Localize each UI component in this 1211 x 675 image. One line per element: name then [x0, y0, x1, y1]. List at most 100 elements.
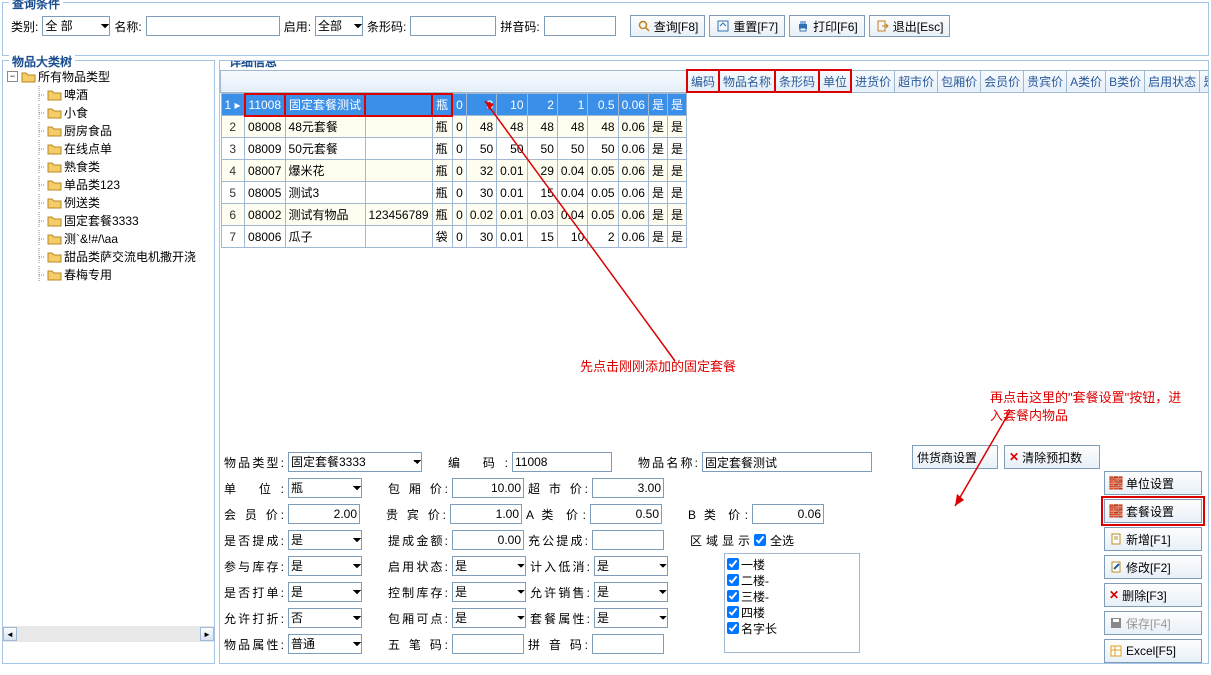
- bill-select[interactable]: 是: [288, 582, 362, 602]
- column-header[interactable]: 贵宾价: [1024, 70, 1067, 92]
- zone-all-check[interactable]: [754, 534, 766, 546]
- name-input[interactable]: [146, 16, 280, 36]
- tree-item[interactable]: 甜品类萨交流电机撒开浇: [7, 247, 210, 265]
- zone-item[interactable]: 一楼: [727, 556, 857, 572]
- column-header[interactable]: 启用状态: [1145, 70, 1200, 92]
- barcode-input[interactable]: [410, 16, 496, 36]
- zone-list[interactable]: 一楼二楼-三楼-四楼名字长: [724, 553, 860, 653]
- box-price-input[interactable]: [452, 478, 524, 498]
- clear-discount-button[interactable]: ✕清除预扣数: [1004, 445, 1100, 469]
- tree-item[interactable]: 单品类123: [7, 175, 210, 193]
- pinyin-input[interactable]: [544, 16, 616, 36]
- zone-item[interactable]: 三楼-: [727, 588, 857, 604]
- tree-item[interactable]: 啤酒: [7, 85, 210, 103]
- column-header[interactable]: B类价: [1106, 70, 1145, 92]
- tree-item[interactable]: 小食: [7, 103, 210, 121]
- tree-item[interactable]: 熟食类: [7, 157, 210, 175]
- tree[interactable]: − 所有物品类型 啤酒小食厨房食品在线点单熟食类单品类123例送类固定套餐333…: [3, 61, 214, 626]
- tree-item[interactable]: 测`&!#/\aa: [7, 229, 210, 247]
- full-commission-input[interactable]: [592, 530, 664, 550]
- print-button[interactable]: 打印[F6]: [789, 15, 865, 37]
- commission-amt-input[interactable]: [452, 530, 524, 550]
- edit-button[interactable]: 修改[F2]: [1104, 555, 1202, 579]
- enable-select[interactable]: 全部: [315, 16, 363, 36]
- column-header[interactable]: 会员价: [981, 70, 1024, 92]
- table-row[interactable]: 1 ▸11008固定套餐测试瓶0310210.50.06是是: [221, 94, 687, 116]
- column-header[interactable]: 超市价: [895, 70, 938, 92]
- column-header[interactable]: 编码: [687, 70, 719, 92]
- tree-item[interactable]: 在线点单: [7, 139, 210, 157]
- reset-button[interactable]: 重置[F7]: [709, 15, 785, 37]
- table-row[interactable]: 20800848元套餐瓶048484848480.06是是: [221, 116, 687, 138]
- scroll-right-icon[interactable]: ►: [200, 627, 214, 641]
- column-header[interactable]: 物品名称: [719, 70, 775, 92]
- folder-icon: [46, 141, 62, 155]
- enable-status-select[interactable]: 是: [452, 556, 526, 576]
- tree-hscroll[interactable]: ◄ ►: [3, 626, 214, 642]
- zone-checkbox[interactable]: [727, 574, 739, 586]
- tree-item[interactable]: 固定套餐3333: [7, 211, 210, 229]
- query-button[interactable]: 查询[F8]: [630, 15, 706, 37]
- column-header[interactable]: 是否提成: [1200, 70, 1208, 92]
- commission-amt-label: 提成金额:: [388, 532, 448, 549]
- b-price-input[interactable]: [752, 504, 824, 524]
- tree-item[interactable]: 春梅专用: [7, 265, 210, 283]
- tree-item[interactable]: 厨房食品: [7, 121, 210, 139]
- pinyin-label: 拼音码:: [500, 18, 539, 35]
- box-point-select[interactable]: 是: [452, 608, 526, 628]
- enable-label: 启用:: [284, 18, 311, 35]
- column-header[interactable]: 条形码: [775, 70, 819, 92]
- unit-select[interactable]: 瓶: [288, 478, 362, 498]
- unit-set-button[interactable]: 🧱单位设置: [1104, 471, 1202, 495]
- supplier-button[interactable]: 供货商设置: [912, 445, 998, 469]
- data-grid[interactable]: 编码物品名称条形码单位进货价超市价包厢价会员价贵宾价A类价B类价启用状态是否提成…: [220, 69, 1208, 248]
- pinyin-form-input[interactable]: [592, 634, 664, 654]
- column-header[interactable]: A类价: [1067, 70, 1106, 92]
- column-header[interactable]: 单位: [819, 70, 851, 92]
- scroll-left-icon[interactable]: ◄: [3, 627, 17, 641]
- market-price-input[interactable]: [592, 478, 664, 498]
- zone-checkbox[interactable]: [727, 622, 739, 634]
- type-select[interactable]: 全 部: [42, 16, 110, 36]
- ctrl-stock-select[interactable]: 是: [452, 582, 526, 602]
- zone-item[interactable]: 四楼: [727, 604, 857, 620]
- new-button[interactable]: 新增[F1]: [1104, 527, 1202, 551]
- zone-item[interactable]: 名字长: [727, 620, 857, 636]
- collapse-icon[interactable]: −: [7, 71, 18, 82]
- zone-item[interactable]: 二楼-: [727, 572, 857, 588]
- item-name-input[interactable]: [702, 452, 872, 472]
- exit-button[interactable]: 退出[Esc]: [869, 15, 951, 37]
- item-type-select[interactable]: 固定套餐3333: [288, 452, 422, 472]
- enable-status-label: 启用状态:: [388, 558, 448, 575]
- table-row[interactable]: 708006瓜子袋0300.01151020.06是是: [221, 226, 687, 248]
- item-attr-select[interactable]: 普通: [288, 634, 362, 654]
- table-row[interactable]: 30800950元套餐瓶050505050500.06是是: [221, 138, 687, 160]
- save-button[interactable]: 保存[F4]: [1104, 611, 1202, 635]
- member-price-input[interactable]: [288, 504, 360, 524]
- zone-checkbox[interactable]: [727, 590, 739, 602]
- allow-sale-select[interactable]: 是: [594, 582, 668, 602]
- table-row[interactable]: 508005测试3瓶0300.01150.040.050.06是是: [221, 182, 687, 204]
- code-input[interactable]: [512, 452, 612, 472]
- zone-checkbox[interactable]: [727, 606, 739, 618]
- tree-item[interactable]: 例送类: [7, 193, 210, 211]
- commission-select[interactable]: 是: [288, 530, 362, 550]
- zone-checkbox[interactable]: [727, 558, 739, 570]
- excel-button[interactable]: Excel[F5]: [1104, 639, 1202, 663]
- table-row[interactable]: 408007爆米花瓶0320.01290.040.050.06是是: [221, 160, 687, 182]
- delete-button[interactable]: ✕删除[F3]: [1104, 583, 1202, 607]
- a-price-input[interactable]: [590, 504, 662, 524]
- discount-select[interactable]: 否: [288, 608, 362, 628]
- wubi-input[interactable]: [452, 634, 524, 654]
- combo-attr-select[interactable]: 是: [594, 608, 668, 628]
- pinyin-form-label: 拼 音 码:: [528, 636, 588, 653]
- table-row[interactable]: 608002测试有物品123456789瓶00.020.010.030.040.…: [221, 204, 687, 226]
- low-sale-select[interactable]: 是: [594, 556, 668, 576]
- column-header[interactable]: 包厢价: [938, 70, 981, 92]
- stock-select[interactable]: 是: [288, 556, 362, 576]
- folder-icon: [46, 231, 62, 245]
- column-header[interactable]: 进货价: [851, 70, 895, 92]
- vip-price-input[interactable]: [450, 504, 522, 524]
- combo-set-button[interactable]: 🧱套餐设置: [1104, 499, 1202, 523]
- folder-icon: [46, 249, 62, 263]
